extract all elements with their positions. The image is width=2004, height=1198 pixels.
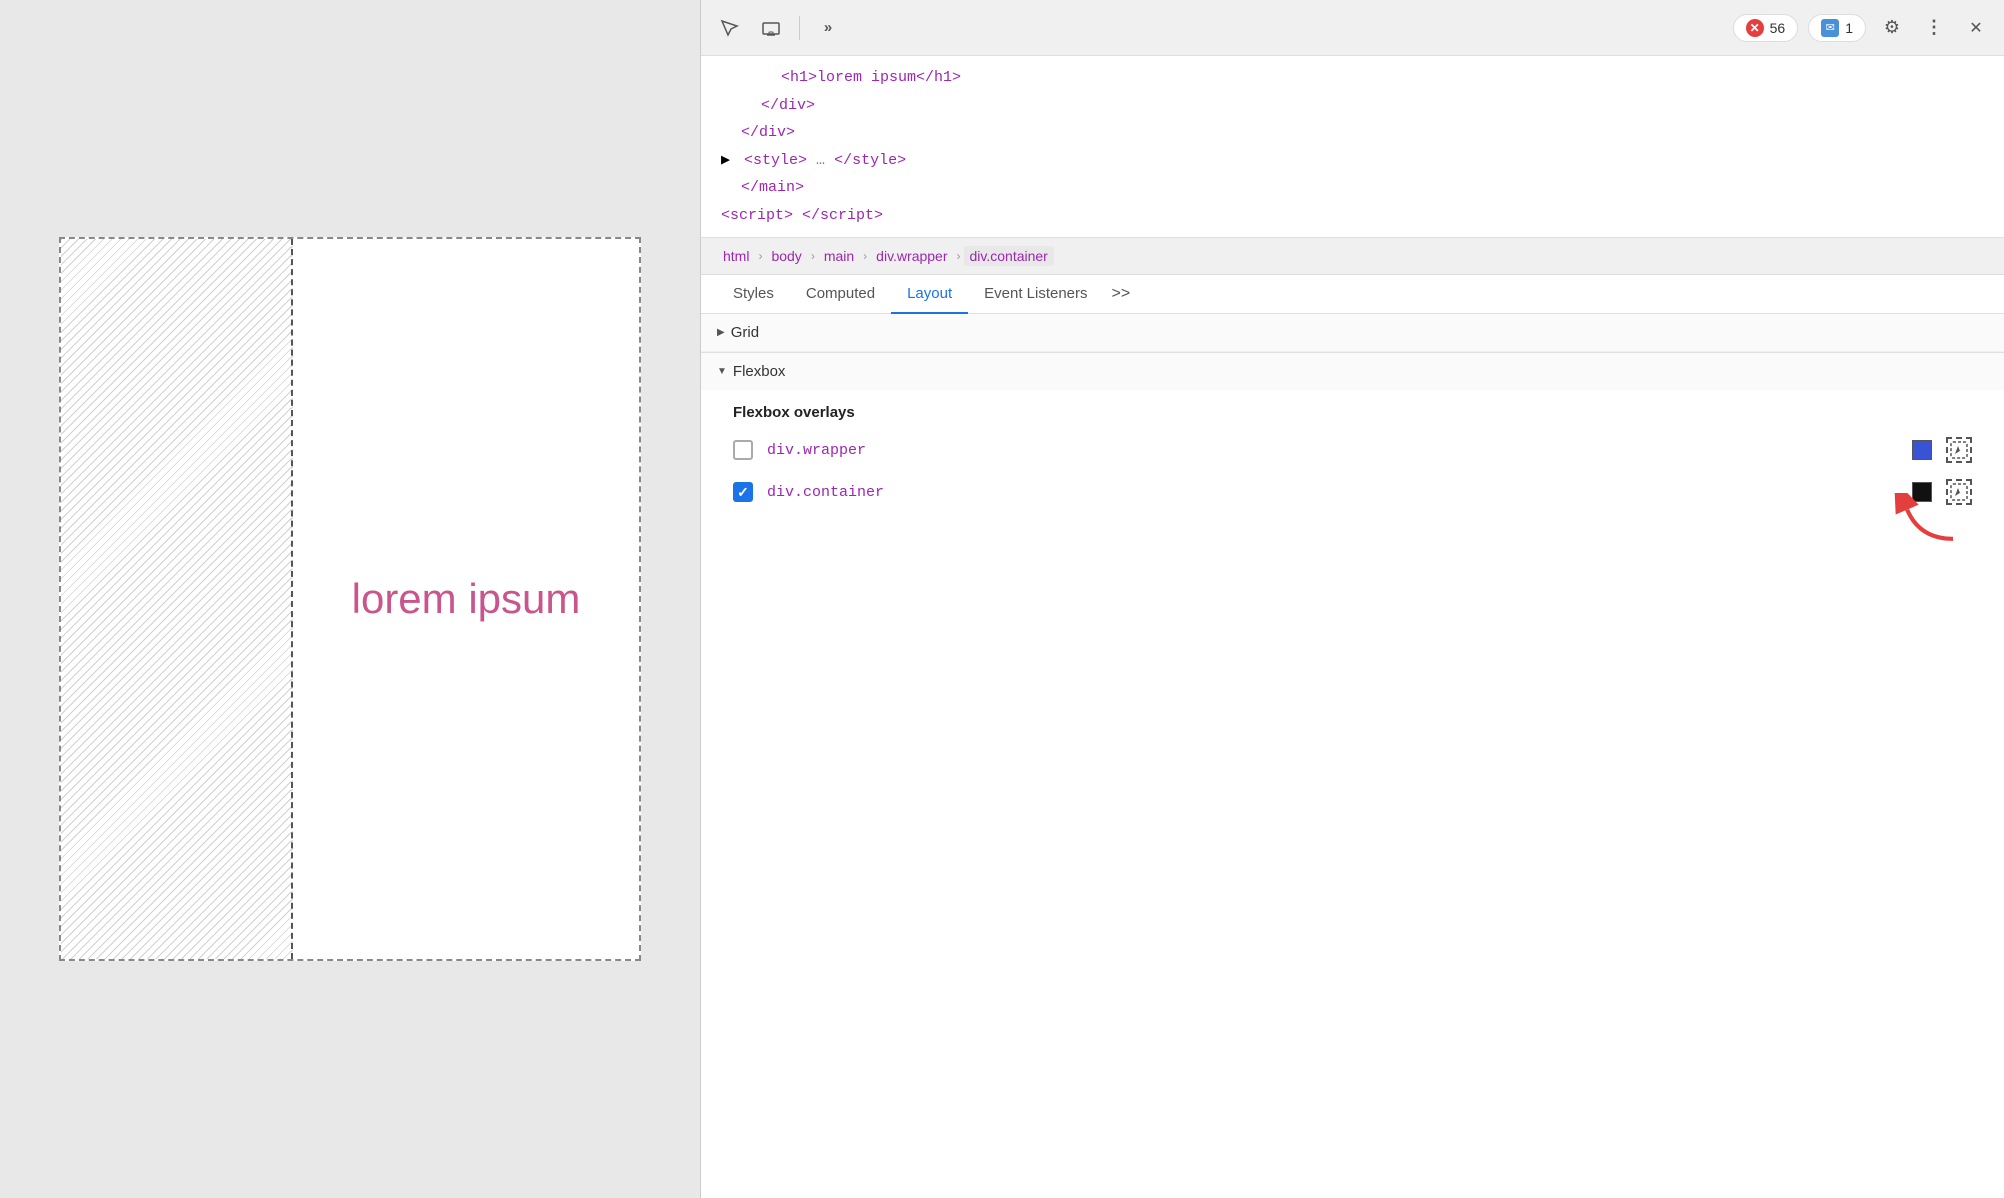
tab-layout[interactable]: Layout bbox=[891, 275, 968, 314]
grid-triangle: ▶ bbox=[717, 327, 725, 338]
tree-line-div-close-2[interactable]: </div> bbox=[701, 119, 2004, 147]
more-tools-icon[interactable]: » bbox=[812, 12, 844, 44]
style-triangle[interactable]: ▶ bbox=[721, 148, 735, 174]
flexbox-label: Flexbox bbox=[733, 363, 786, 380]
devtools-panel: » ✕ 56 ✉ 1 ⚙ ⋮ ✕ <h1>lorem ipsum</h1> </… bbox=[700, 0, 2004, 1198]
tab-more-icon[interactable]: >> bbox=[1104, 275, 1139, 313]
breadcrumb-div-container[interactable]: div.container bbox=[964, 246, 1054, 266]
flexbox-overlays-title: Flexbox overlays bbox=[701, 390, 2004, 429]
close-devtools-icon[interactable]: ✕ bbox=[1960, 12, 1992, 44]
tree-line-h1[interactable]: <h1>lorem ipsum</h1> bbox=[701, 64, 2004, 92]
error-dot: ✕ bbox=[1746, 19, 1764, 37]
inspect-icon[interactable] bbox=[713, 12, 745, 44]
wrapper-highlight-icon[interactable] bbox=[1946, 437, 1972, 463]
breadcrumb-body[interactable]: body bbox=[765, 246, 807, 266]
wrapper-checkbox[interactable] bbox=[733, 440, 753, 460]
content-column: lorem ipsum bbox=[293, 239, 639, 959]
breadcrumb-main[interactable]: main bbox=[818, 246, 860, 266]
lorem-ipsum-text: lorem ipsum bbox=[352, 575, 581, 623]
grid-label: Grid bbox=[731, 324, 759, 341]
devtools-toolbar: » ✕ 56 ✉ 1 ⚙ ⋮ ✕ bbox=[701, 0, 2004, 56]
toolbar-separator-1 bbox=[799, 16, 800, 40]
tab-computed[interactable]: Computed bbox=[790, 275, 891, 314]
container-color-swatch[interactable] bbox=[1912, 482, 1932, 502]
tree-line-style[interactable]: ▶ <style> … </style> bbox=[701, 147, 2004, 175]
container-highlight-icon[interactable] bbox=[1946, 479, 1972, 505]
breadcrumb-div-wrapper[interactable]: div.wrapper bbox=[870, 246, 953, 266]
hatch-column bbox=[61, 239, 293, 959]
overlay-row-wrapper: div.wrapper bbox=[701, 429, 2004, 471]
tab-event-listeners[interactable]: Event Listeners bbox=[968, 275, 1103, 314]
error-count: 56 bbox=[1770, 20, 1786, 36]
grid-section-header[interactable]: ▶ Grid bbox=[701, 314, 2004, 352]
tabs-bar: Styles Computed Layout Event Listeners >… bbox=[701, 275, 2004, 314]
flexbox-triangle: ▼ bbox=[717, 366, 727, 377]
wrapper-label: div.wrapper bbox=[767, 442, 1898, 459]
more-menu-icon[interactable]: ⋮ bbox=[1918, 12, 1950, 44]
overlay-row-container: div.container bbox=[701, 471, 2004, 513]
viewport-panel: lorem ipsum bbox=[0, 0, 700, 1198]
tree-line-script[interactable]: <script> </script> bbox=[701, 202, 2004, 230]
settings-icon[interactable]: ⚙ bbox=[1876, 12, 1908, 44]
device-toggle-icon[interactable] bbox=[755, 12, 787, 44]
wrapper-color-swatch[interactable] bbox=[1912, 440, 1932, 460]
message-badge[interactable]: ✉ 1 bbox=[1808, 14, 1866, 42]
message-count: 1 bbox=[1845, 20, 1853, 36]
breadcrumb-bar: html › body › main › div.wrapper › div.c… bbox=[701, 238, 2004, 275]
error-badge[interactable]: ✕ 56 bbox=[1733, 14, 1799, 42]
breadcrumb-html[interactable]: html bbox=[717, 246, 755, 266]
container-label: div.container bbox=[767, 484, 1898, 501]
layout-panel-content: ▶ Grid ▼ Flexbox Flexbox overlays div.wr… bbox=[701, 314, 2004, 1198]
tree-line-main-close[interactable]: </main> bbox=[701, 174, 2004, 202]
container-checkbox[interactable] bbox=[733, 482, 753, 502]
message-icon: ✉ bbox=[1821, 19, 1839, 37]
tree-line-div-close-1[interactable]: </div> bbox=[701, 92, 2004, 120]
flexbox-section: ▼ Flexbox Flexbox overlays div.wrapper bbox=[701, 352, 2004, 513]
tab-styles[interactable]: Styles bbox=[717, 275, 790, 314]
html-tree: <h1>lorem ipsum</h1> </div> </div> ▶ <st… bbox=[701, 56, 2004, 238]
flexbox-header[interactable]: ▼ Flexbox bbox=[701, 353, 2004, 390]
